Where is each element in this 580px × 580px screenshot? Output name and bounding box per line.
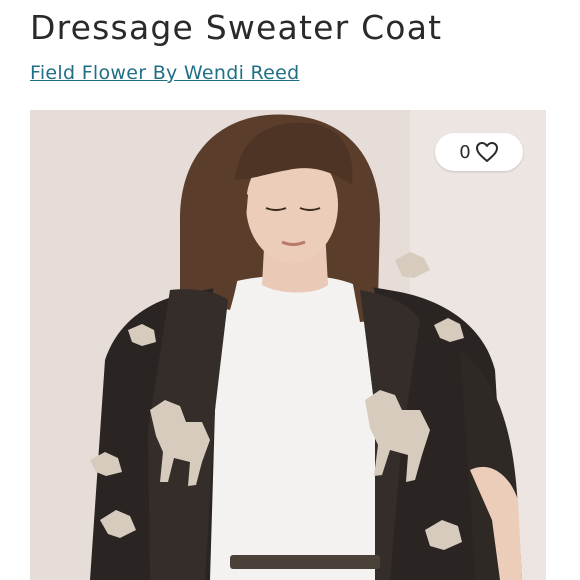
product-photo-illustration [30, 110, 546, 580]
listing-title: Dressage Sweater Coat [30, 8, 443, 47]
brand-link[interactable]: Field Flower By Wendi Reed [30, 62, 300, 84]
heart-outline-icon [475, 141, 499, 163]
like-count: 0 [459, 141, 471, 163]
like-button[interactable]: 0 [435, 133, 523, 171]
product-photo[interactable] [30, 110, 546, 580]
